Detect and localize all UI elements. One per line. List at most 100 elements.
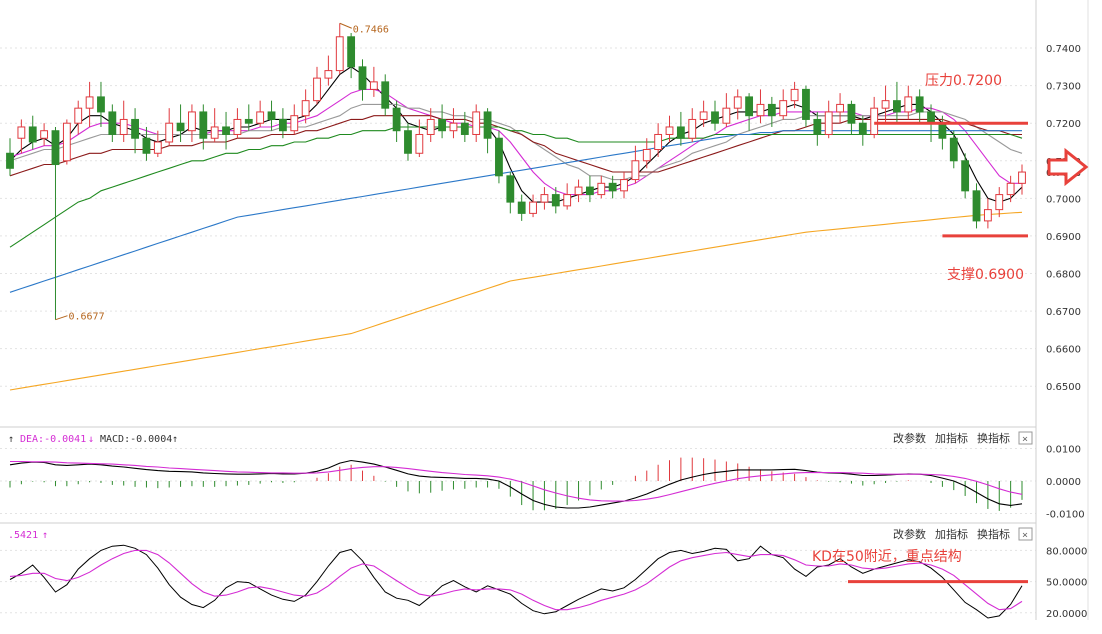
candle-body <box>369 81 378 90</box>
candle-body <box>904 96 913 113</box>
candle-body <box>222 126 230 135</box>
moving-average-line <box>9 130 1022 293</box>
price-tick-label: 0.6800 <box>1046 269 1081 280</box>
moving-average-line <box>9 115 1022 177</box>
kd-legend: .5421 <box>8 530 38 541</box>
macd-tick-label: -0.0100 <box>1046 510 1085 521</box>
candle-body <box>97 96 105 113</box>
candle-body <box>654 133 663 151</box>
candle-body <box>563 194 572 207</box>
high-value-label: 0.7466 <box>353 24 389 35</box>
kd-params-button[interactable]: 改参数 <box>893 527 926 541</box>
candle-body <box>847 103 856 124</box>
candle-body <box>438 118 447 132</box>
candle-body <box>676 126 685 139</box>
resistance-label: 压力0.7200 <box>925 73 1002 89</box>
candle-body <box>51 130 60 166</box>
candle-body <box>995 194 1004 211</box>
candle-body <box>119 118 128 135</box>
candle-body <box>665 126 674 135</box>
candle-body <box>290 115 299 132</box>
candle-body <box>358 66 367 90</box>
candle-body <box>517 201 526 214</box>
low-marker <box>55 315 68 321</box>
candle-body <box>267 111 276 120</box>
kd-add-indicator-button[interactable]: 加指标 <box>935 527 968 541</box>
price-tick-label: 0.6600 <box>1046 345 1081 356</box>
candle-body <box>1006 182 1015 196</box>
candle-body <box>188 111 196 132</box>
macd-legend-arrow: ↑ <box>8 434 14 445</box>
candle-body <box>597 182 606 196</box>
candle-body <box>756 103 765 117</box>
price-tick-label: 0.6900 <box>1046 232 1081 243</box>
candle-body <box>324 70 333 79</box>
candle-body <box>28 126 37 143</box>
kd-close-label: × <box>1022 530 1028 541</box>
dea-legend: DEA:-0.0041 <box>20 434 86 445</box>
candle-body <box>722 107 731 124</box>
candle-body <box>915 96 924 113</box>
candle-body <box>836 103 844 113</box>
candle-body <box>85 96 94 109</box>
kd-switch-indicator-button[interactable]: 换指标 <box>977 527 1010 541</box>
candle-body <box>642 149 651 162</box>
candle-body <box>824 111 833 135</box>
candle-body <box>893 100 901 113</box>
dea-legend-arrow: ↓ <box>88 434 94 445</box>
price-tick-label: 0.6500 <box>1046 382 1081 393</box>
candle-body <box>938 122 947 139</box>
price-tick-label: 0.6700 <box>1046 307 1081 318</box>
candle-body <box>392 107 401 132</box>
candle-body <box>404 130 412 154</box>
candle-body <box>472 111 481 135</box>
candle-body <box>983 209 992 222</box>
kd-annotation: KD在50附近，重点结构 <box>812 549 962 565</box>
candle-body <box>972 190 981 222</box>
macd-params-button[interactable]: 改参数 <box>893 431 926 445</box>
candle-body <box>529 201 537 214</box>
candle-body <box>858 122 867 135</box>
candle-body <box>74 107 83 124</box>
chart-canvas: 0.74000.73000.72000.71000.70000.69000.68… <box>0 0 1089 620</box>
macd-tick-label: 0.0000 <box>1046 477 1081 488</box>
kd-tick-label: 20.0000 <box>1046 609 1087 620</box>
candle-body <box>40 130 49 139</box>
candle-body <box>278 118 287 132</box>
candle-body <box>381 81 390 109</box>
candle-body <box>551 194 560 207</box>
price-tick-label: 0.7300 <box>1046 82 1081 93</box>
candle-body <box>199 111 208 139</box>
kd-legend-arrow: ↑ <box>42 530 48 541</box>
candle-body <box>790 88 799 102</box>
candle-body <box>620 179 628 192</box>
candle-body <box>585 186 594 196</box>
support-label: 支撑0.6900 <box>947 267 1024 283</box>
macd-add-indicator-button[interactable]: 加指标 <box>935 431 968 445</box>
kd-tick-label: 50.0000 <box>1046 578 1087 589</box>
candle-body <box>142 137 151 154</box>
candle-body <box>347 36 356 68</box>
candle-body <box>176 122 185 132</box>
candle-body <box>711 111 719 124</box>
candle-body <box>6 152 14 169</box>
candle-body <box>949 137 958 162</box>
candle-body <box>881 100 890 109</box>
candle-body <box>210 126 219 139</box>
candle-body <box>733 96 742 109</box>
candle-body <box>483 111 492 139</box>
candle-body <box>813 118 822 135</box>
macd-switch-indicator-button[interactable]: 换指标 <box>977 431 1010 445</box>
moving-average-line <box>9 103 1023 181</box>
candle-body <box>870 107 879 135</box>
candle-body <box>62 122 71 162</box>
macd-legend: MACD:-0.0004 <box>100 434 172 445</box>
candle-body <box>449 122 458 132</box>
candle-body <box>131 118 139 139</box>
macd-close-label: × <box>1022 434 1028 445</box>
candle-body <box>426 118 435 135</box>
candle-body <box>165 122 174 143</box>
candle-body <box>699 111 708 120</box>
candle-body <box>631 160 640 181</box>
candle-body <box>313 77 321 102</box>
